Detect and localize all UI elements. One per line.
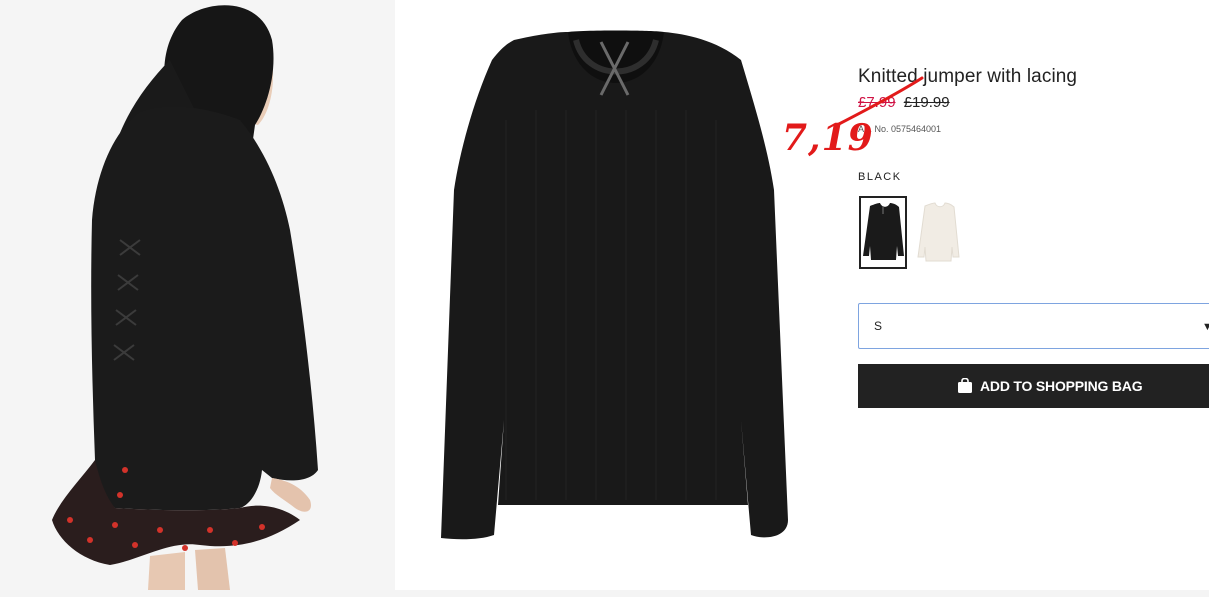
product-page: Knitted jumper with lacing £7.99 £19.99 … xyxy=(0,0,1209,597)
product-flat-photo xyxy=(396,0,824,590)
size-select[interactable]: S ▼ xyxy=(858,303,1209,349)
model-photo xyxy=(0,0,395,590)
selected-color-label: BLACK xyxy=(858,171,902,183)
jumper-product-image xyxy=(396,0,824,590)
bottom-divider xyxy=(0,590,1209,597)
chevron-down-icon: ▼ xyxy=(1202,321,1209,333)
color-swatch-black[interactable] xyxy=(859,196,907,269)
price-row: £7.99 £19.99 xyxy=(858,94,950,111)
original-price: £19.99 xyxy=(903,94,950,111)
shopping-bag-icon xyxy=(958,378,972,393)
black-jumper-thumbnail xyxy=(863,203,904,260)
white-jumper-thumbnail xyxy=(917,202,960,262)
model-wearing-jumper-image xyxy=(0,0,395,590)
color-swatch-white[interactable] xyxy=(914,196,962,269)
size-select-value: S xyxy=(874,319,883,333)
add-to-shopping-bag-button[interactable]: ADD TO SHOPPING BAG xyxy=(858,364,1209,408)
annotation-handwritten-price: 7,19 xyxy=(782,117,874,159)
sale-price: £7.99 xyxy=(858,94,896,111)
add-to-shopping-bag-label: ADD TO SHOPPING BAG xyxy=(980,378,1143,394)
product-title: Knitted jumper with lacing xyxy=(858,66,1078,87)
